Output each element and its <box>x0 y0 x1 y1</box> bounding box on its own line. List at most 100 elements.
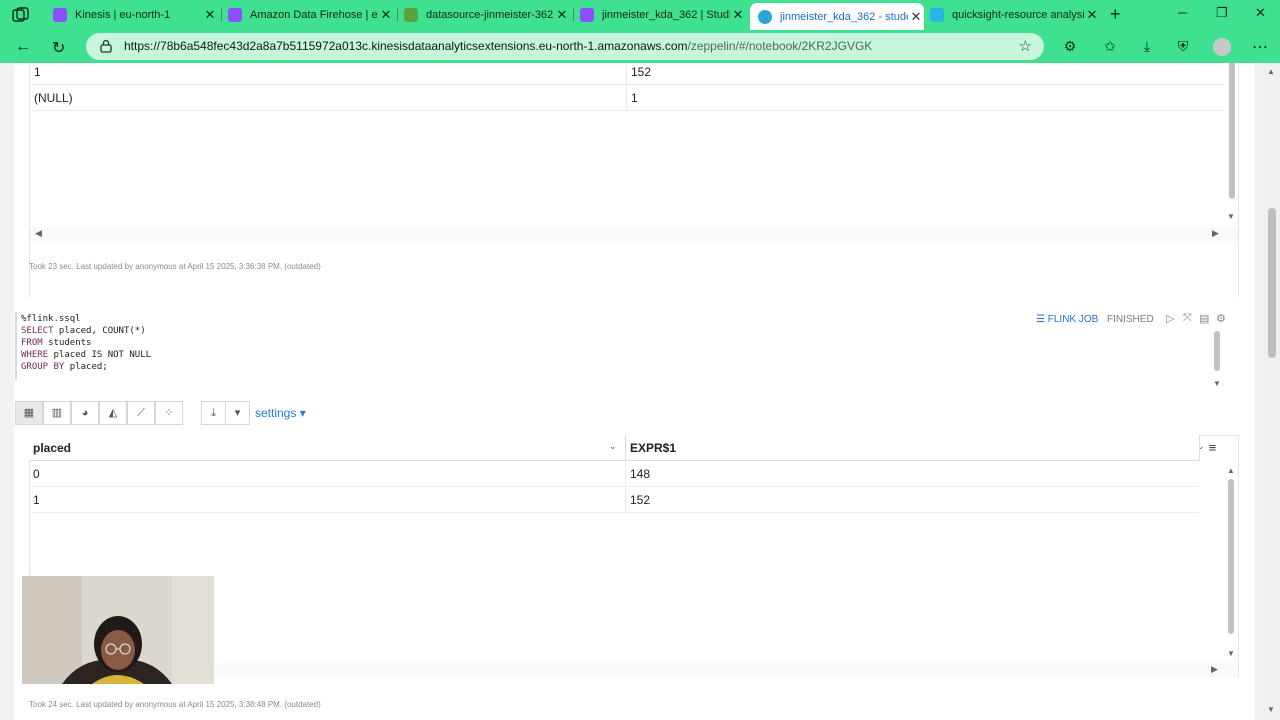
area-chart-button[interactable]: ◭ <box>99 401 127 425</box>
column-menu-caret-icon[interactable]: ⌄ <box>609 441 617 452</box>
minimize-icon[interactable]: ─ <box>1178 5 1187 20</box>
code-editor[interactable]: %flink.ssql SELECT placed, COUNT(*) FROM s… <box>21 313 151 373</box>
extensions-icon[interactable]: ⚙ <box>1061 38 1079 56</box>
url-path: /zeppelin/#/notebook/2KR2JGVGK <box>687 39 873 53</box>
code-line: SELECT placed, COUNT(*) <box>21 326 146 336</box>
grid-scroll-up-icon[interactable]: ▲ <box>1227 466 1235 475</box>
close-tab-icon[interactable]: ✕ <box>378 7 394 23</box>
grid-scrollbar-thumb[interactable] <box>1228 479 1234 634</box>
tab-kinesis[interactable]: Kinesis | eu-north-1 ✕ <box>46 3 218 27</box>
column-header-expr[interactable]: EXPR$1 <box>630 441 676 455</box>
vertical-scrollbar-thumb[interactable] <box>1229 63 1235 199</box>
table-row: (NULL) 1 <box>30 85 1224 111</box>
downloads-icon[interactable]: ⤓ <box>1138 38 1156 56</box>
notebook-page: 1 152 (NULL) 1 ▼ ◀ ▶ Took 23 sec. Last u… <box>0 63 1264 720</box>
bar-chart-button[interactable]: ▥ <box>43 401 71 425</box>
cell: 1 <box>631 91 638 105</box>
column-header-placed[interactable]: placed <box>33 441 71 455</box>
close-tab-icon[interactable]: ✕ <box>202 7 218 23</box>
back-icon[interactable]: ← <box>15 38 31 56</box>
scroll-right-arrow-icon[interactable]: ▶ <box>1212 228 1219 239</box>
lock-icon[interactable] <box>100 39 112 53</box>
tab-title: datasource-jinmeister-362 - <box>426 9 554 21</box>
horizontal-scrollbar[interactable]: ◀ ▶ <box>30 227 1238 241</box>
tab-notebook[interactable]: jinmeister_kda_362 - studen ✕ <box>750 3 924 30</box>
page-scroll-up-icon[interactable]: ▲ <box>1267 67 1275 76</box>
aws-favicon-icon <box>580 8 594 22</box>
scatter-chart-button[interactable]: ⁘ <box>155 401 183 425</box>
flink-job-link[interactable]: ☰ FLINK JOB <box>1036 314 1098 325</box>
tab-title: jinmeister_kda_362 | Studio <box>602 9 730 21</box>
table-row: 1 152 <box>29 487 1199 513</box>
page-scrollbar[interactable]: ▲ ▼ <box>1264 63 1280 720</box>
paragraph-footer: Took 23 sec. Last updated by anonymous a… <box>29 262 321 271</box>
close-tab-icon[interactable]: ✕ <box>554 7 570 23</box>
aws-favicon-icon <box>53 8 67 22</box>
browser-essentials-icon[interactable]: ⛨ <box>1174 38 1192 56</box>
column-divider <box>625 487 626 513</box>
tab-studio[interactable]: jinmeister_kda_362 | Studio ✕ <box>574 3 746 27</box>
cell: 152 <box>631 65 652 79</box>
scroll-right-arrow-icon[interactable]: ▶ <box>1211 664 1218 675</box>
grid-scroll-down-icon[interactable]: ▼ <box>1227 649 1235 658</box>
pie-chart-button[interactable]: ◕ <box>71 401 99 425</box>
flink-job-label: FLINK JOB <box>1047 314 1099 325</box>
editor-scrollbar-thumb[interactable] <box>1214 331 1220 371</box>
code-line: WHERE placed IS NOT NULL <box>21 350 152 360</box>
page-scrollbar-thumb[interactable] <box>1268 208 1276 358</box>
paragraph-status: FINISHED <box>1107 314 1154 325</box>
download-options-caret-icon[interactable]: ▾ <box>225 401 250 425</box>
workspaces-icon[interactable] <box>12 7 30 23</box>
tab-datasource[interactable]: datasource-jinmeister-362 - ✕ <box>398 3 570 27</box>
new-tab-icon[interactable]: + <box>1110 4 1121 25</box>
refresh-icon[interactable]: ↻ <box>52 38 65 58</box>
tab-title: jinmeister_kda_362 - studen <box>780 10 908 23</box>
tab-firehose[interactable]: Amazon Data Firehose | eu-n ✕ <box>222 3 394 27</box>
paragraph-settings-icon[interactable]: ⚙ <box>1216 312 1226 325</box>
cell: (NULL) <box>34 91 73 105</box>
tab-title: quicksight-resource analysis <box>952 9 1084 21</box>
settings-dropdown[interactable]: settings ▾ <box>255 406 306 420</box>
column-divider <box>625 435 626 461</box>
browser-menu-icon[interactable]: ⋯ <box>1252 37 1268 57</box>
book-icon[interactable]: ▤ <box>1199 312 1209 325</box>
column-divider <box>626 63 627 85</box>
code-line: FROM students <box>21 338 92 348</box>
table-row: 1 152 <box>30 63 1224 85</box>
scroll-down-arrow-icon[interactable]: ▼ <box>1227 212 1235 221</box>
cell: 0 <box>33 467 40 481</box>
favorite-star-icon[interactable]: ☆ <box>1019 37 1032 55</box>
close-tab-icon[interactable]: ✕ <box>908 9 924 25</box>
aws-favicon-icon <box>228 8 242 22</box>
tab-quicksight[interactable]: quicksight-resource analysis ✕ <box>928 3 1100 27</box>
favorites-icon[interactable]: ✩ <box>1101 38 1119 56</box>
editor-scroll-down-icon[interactable]: ▼ <box>1213 379 1221 388</box>
column-divider <box>626 85 627 111</box>
cell: 1 <box>34 65 41 79</box>
grid-menu-icon[interactable]: ≡ <box>1199 435 1225 461</box>
settings-label: settings <box>255 406 297 420</box>
webcam-overlay <box>22 576 214 684</box>
code-line: %flink.ssql <box>21 314 81 324</box>
run-paragraph-icon[interactable]: ▷ <box>1166 312 1174 325</box>
close-tab-icon[interactable]: ✕ <box>1084 7 1100 23</box>
quicksight-favicon-icon <box>930 8 944 22</box>
expand-icon[interactable]: ⤧ <box>1183 312 1192 325</box>
url-host: https://78b6a548fec43d2a8a7b5115972a013c… <box>124 39 688 53</box>
profile-avatar[interactable] <box>1213 38 1231 56</box>
zeppelin-favicon-icon <box>758 9 772 24</box>
scroll-left-arrow-icon[interactable]: ◀ <box>35 228 42 239</box>
page-scroll-down-icon[interactable]: ▼ <box>1267 705 1275 714</box>
editor-gutter <box>15 312 17 380</box>
table-header: placed ⌄ EXPR$1 ⌄ <box>29 435 1205 461</box>
webcam-image <box>22 576 214 684</box>
download-button[interactable]: ⤓ <box>201 401 226 425</box>
address-bar[interactable]: https://78b6a548fec43d2a8a7b5115972a013c… <box>86 33 1044 60</box>
close-tab-icon[interactable]: ✕ <box>730 7 746 23</box>
code-line: GROUP BY placed; <box>21 362 108 372</box>
line-chart-button[interactable]: ⟋ <box>127 401 155 425</box>
url-text[interactable]: https://78b6a548fec43d2a8a7b5115972a013c… <box>124 39 872 53</box>
restore-icon[interactable]: ❐ <box>1216 5 1228 21</box>
close-window-icon[interactable]: ✕ <box>1255 5 1266 21</box>
table-view-button[interactable]: ▦ <box>15 401 43 425</box>
